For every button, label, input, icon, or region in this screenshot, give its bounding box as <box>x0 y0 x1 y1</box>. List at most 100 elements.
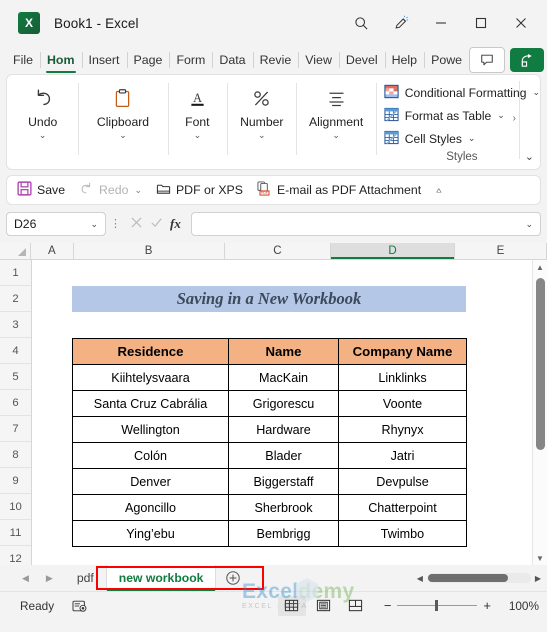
sheet-tab-new-workbook[interactable]: new workbook <box>106 565 217 591</box>
draw-icon[interactable] <box>381 7 421 39</box>
redo-button[interactable]: Redo ⌄ <box>79 181 142 199</box>
zoom-in-button[interactable]: + <box>483 599 491 612</box>
row-header-7[interactable]: 7 <box>0 416 31 442</box>
tab-help[interactable]: Help <box>384 46 424 74</box>
row-header-5[interactable]: 5 <box>0 364 31 390</box>
ribbon-group-number[interactable]: Number ⌄ <box>227 75 296 169</box>
ribbon-group-font[interactable]: A Font ⌄ <box>167 75 227 169</box>
email-as-pdf-attachment-button[interactable]: PDF E-mail as PDF Attachment <box>257 181 421 199</box>
page-break-view-button[interactable] <box>342 596 370 616</box>
chevron-down-icon[interactable]: ⌄ <box>468 133 476 144</box>
cell-name[interactable]: Biggerstaff <box>228 468 339 495</box>
row-header-9[interactable]: 9 <box>0 468 31 494</box>
tab-home[interactable]: Hom <box>39 46 82 74</box>
cell-residence[interactable]: Agoncillo <box>72 494 229 521</box>
vertical-scrollbar[interactable]: ▲ ▼ <box>532 260 547 565</box>
sheet-prev-icon[interactable]: ◀ <box>22 573 29 584</box>
tab-page-layout[interactable]: Page <box>126 46 170 74</box>
cell-styles-button[interactable]: Cell Styles ⌄ <box>384 127 540 150</box>
macro-record-icon[interactable] <box>72 599 88 613</box>
row-header-10[interactable]: 10 <box>0 494 31 520</box>
column-header-a[interactable]: A <box>31 243 74 259</box>
name-box[interactable]: D26 ⌄ <box>6 212 106 236</box>
insert-function-icon[interactable]: fx <box>170 216 181 232</box>
alignment-dropdown-caret[interactable]: ⌄ <box>332 130 340 140</box>
cell-company[interactable]: Twimbo <box>338 520 467 547</box>
hscroll-right-icon[interactable]: ▶ <box>535 574 541 583</box>
table-header-company-name[interactable]: Company Name <box>338 338 467 365</box>
conditional-formatting-button[interactable]: Conditional Formatting ⌄ <box>384 81 540 104</box>
zoom-level-label[interactable]: 100% <box>491 599 539 613</box>
tab-formulas[interactable]: Form <box>169 46 212 74</box>
maximize-icon[interactable] <box>461 7 501 39</box>
minimize-icon[interactable] <box>421 7 461 39</box>
cell-residence[interactable]: Ying’ebu <box>72 520 229 547</box>
cancel-x-icon[interactable] <box>130 216 143 232</box>
close-icon[interactable] <box>501 7 541 39</box>
zoom-track[interactable] <box>397 600 478 611</box>
row-header-3[interactable]: 3 <box>0 312 31 338</box>
redo-dropdown-caret[interactable]: ⌄ <box>134 185 142 196</box>
tab-file[interactable]: File <box>6 46 40 74</box>
row-header-1[interactable]: 1 <box>0 260 31 286</box>
row-header-6[interactable]: 6 <box>0 390 31 416</box>
clipboard-dropdown-caret[interactable]: ⌄ <box>119 130 127 140</box>
add-sheet-button[interactable] <box>220 570 246 586</box>
tab-power-pivot[interactable]: Powe <box>424 46 469 74</box>
sheet-tab-pdf[interactable]: pdf <box>64 565 107 591</box>
horizontal-scroll-track[interactable] <box>426 573 531 583</box>
cell-company[interactable]: Jatri <box>338 442 467 469</box>
format-as-table-button[interactable]: Format as Table ⌄ <box>384 104 540 127</box>
formula-input[interactable]: ⌄ <box>190 212 541 236</box>
table-header-residence[interactable]: Residence <box>72 338 229 365</box>
cell-name[interactable]: Blader <box>228 442 339 469</box>
cell-company[interactable]: Devpulse <box>338 468 467 495</box>
cell-name[interactable]: Hardware <box>228 416 339 443</box>
chevron-down-icon[interactable]: ⌄ <box>532 87 540 98</box>
normal-view-button[interactable] <box>277 595 306 616</box>
cell-name[interactable]: MacKain <box>228 364 339 391</box>
table-header-name[interactable]: Name <box>228 338 339 365</box>
number-dropdown-caret[interactable]: ⌄ <box>258 130 266 140</box>
cell-residence[interactable]: Wellington <box>72 416 229 443</box>
tab-insert[interactable]: Insert <box>81 46 127 74</box>
save-button[interactable]: Save <box>17 181 65 199</box>
search-icon[interactable] <box>341 7 381 39</box>
sheet-next-icon[interactable]: ▶ <box>46 573 53 584</box>
cell-residence[interactable]: Santa Cruz Cabrália <box>72 390 229 417</box>
row-header-11[interactable]: 11 <box>0 520 31 546</box>
tab-review[interactable]: Revie <box>252 46 299 74</box>
cell-area[interactable]: Saving in a New Workbook Residence Name … <box>32 260 547 565</box>
tab-data[interactable]: Data <box>212 46 252 74</box>
column-header-c[interactable]: C <box>224 243 332 259</box>
sheet-title-banner[interactable]: Saving in a New Workbook <box>72 286 466 312</box>
cell-company[interactable]: Linklinks <box>338 364 467 391</box>
ribbon-group-alignment[interactable]: Alignment ⌄ <box>296 75 375 169</box>
column-header-b[interactable]: B <box>73 243 225 259</box>
cell-company[interactable]: Voonte <box>338 390 467 417</box>
horizontal-scroll-thumb[interactable] <box>427 574 508 582</box>
comments-button[interactable] <box>469 47 506 73</box>
cell-residence[interactable]: Denver <box>72 468 229 495</box>
page-layout-view-button[interactable] <box>310 596 338 616</box>
qat-more-button[interactable]: ⩟ <box>436 185 441 196</box>
ribbon-overflow-button[interactable]: › <box>513 113 516 124</box>
pdf-or-xps-button[interactable]: PDF or XPS <box>156 181 243 199</box>
cell-name[interactable]: Bembrigg <box>228 520 339 547</box>
column-header-e[interactable]: E <box>455 243 547 259</box>
ribbon-group-clipboard[interactable]: Clipboard ⌄ <box>78 75 167 169</box>
cell-residence[interactable]: Colón <box>72 442 229 469</box>
row-header-8[interactable]: 8 <box>0 442 31 468</box>
confirm-check-icon[interactable] <box>150 216 163 232</box>
tab-developer[interactable]: Devel <box>338 46 385 74</box>
vertical-scroll-thumb[interactable] <box>535 278 545 450</box>
zoom-slider[interactable]: − + <box>384 599 491 612</box>
ribbon-collapse-button[interactable]: ⌄ <box>525 150 534 163</box>
scroll-up-icon[interactable]: ▲ <box>533 260 547 274</box>
undo-dropdown-caret[interactable]: ⌄ <box>39 130 47 140</box>
cell-company[interactable]: Chatterpoint <box>338 494 467 521</box>
cell-name[interactable]: Grigorescu <box>228 390 339 417</box>
horizontal-scrollbar[interactable]: ◀ ▶ <box>417 573 547 583</box>
row-header-4[interactable]: 4 <box>0 338 31 364</box>
hscroll-left-icon[interactable]: ◀ <box>417 574 423 583</box>
